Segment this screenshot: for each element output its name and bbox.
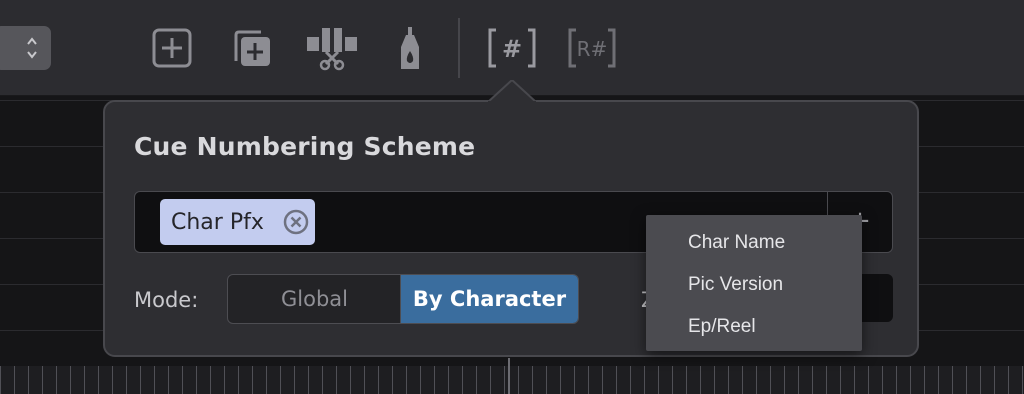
- svg-text:#: #: [502, 35, 522, 63]
- menu-item-pic-version[interactable]: Pic Version: [688, 274, 783, 296]
- mode-global-segment[interactable]: Global: [228, 275, 401, 323]
- token-label: Char Pfx: [171, 210, 264, 235]
- glue-icon[interactable]: [395, 25, 425, 71]
- popover-title: Cue Numbering Scheme: [134, 132, 476, 161]
- stepper-control[interactable]: [0, 26, 51, 70]
- token-char-pfx[interactable]: Char Pfx: [160, 199, 315, 245]
- toolbar-separator: [458, 18, 460, 78]
- token-options-menu: Char Name Pic Version Ep/Reel: [646, 215, 862, 351]
- mode-label: Mode:: [134, 288, 199, 312]
- menu-item-ep-reel[interactable]: Ep/Reel: [688, 316, 756, 338]
- split-cue-icon[interactable]: [305, 25, 359, 71]
- stepper-arrows-icon[interactable]: [25, 35, 39, 61]
- svg-text:R#: R#: [577, 37, 608, 61]
- duplicate-cue-icon[interactable]: [231, 25, 273, 71]
- mode-segmented-control[interactable]: Global By Character: [227, 274, 579, 324]
- popover-arrow: [488, 80, 536, 104]
- mode-by-character-segment[interactable]: By Character: [401, 275, 578, 323]
- renumber-icon[interactable]: R#: [567, 25, 617, 71]
- timeline-ruler[interactable]: [0, 366, 1024, 394]
- add-cue-icon[interactable]: [151, 25, 193, 71]
- ruler-major-tick: [508, 358, 510, 394]
- cue-numbering-icon[interactable]: #: [486, 25, 538, 71]
- menu-item-char-name[interactable]: Char Name: [688, 232, 785, 254]
- remove-token-icon[interactable]: [282, 208, 310, 236]
